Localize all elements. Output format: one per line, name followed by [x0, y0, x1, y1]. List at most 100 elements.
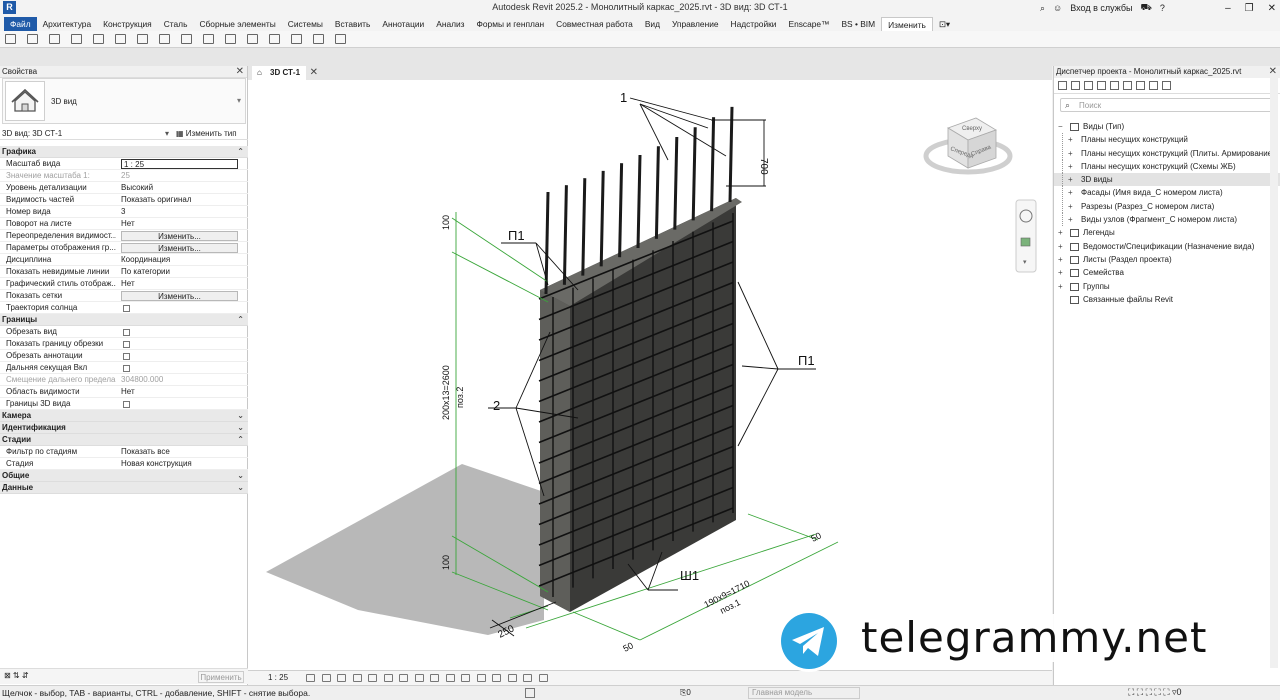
ribbon-tab[interactable]: BS • BIM	[835, 17, 881, 31]
edit-button[interactable]: Изменить...	[121, 291, 238, 301]
print-icon[interactable]	[115, 34, 126, 44]
signin-link[interactable]: Вход в службы	[1070, 3, 1132, 13]
customize-icon[interactable]	[335, 34, 346, 44]
chevron-down-icon[interactable]: ⌄	[237, 410, 244, 422]
link-icon[interactable]	[1136, 81, 1145, 90]
ribbon-tab[interactable]: Сборные элементы	[193, 17, 281, 31]
show-displacement-icon[interactable]	[523, 674, 532, 682]
shadows-icon[interactable]	[352, 674, 362, 682]
apply-button[interactable]: Применить	[198, 671, 244, 683]
open-icon[interactable]	[5, 34, 16, 44]
ribbon-tab[interactable]: Системы	[282, 17, 329, 31]
minimize-icon[interactable]: –	[1225, 3, 1231, 14]
ribbon-tab[interactable]: Изменить	[881, 16, 933, 31]
schedule-icon[interactable]	[1097, 81, 1106, 90]
thin-lines-icon[interactable]	[269, 34, 280, 44]
chevron-down-icon[interactable]: ▾	[165, 127, 169, 140]
binoculars-icon[interactable]: ⌕	[1040, 3, 1045, 14]
3d-model-canvas[interactable]: 1 П1 2 П1 Ш1 700 100 100 200х13=2600 поз…	[248, 80, 1052, 670]
close-icon[interactable]: ✕	[1268, 3, 1276, 14]
property-group[interactable]: Идентификация ⌄	[0, 422, 248, 434]
property-value[interactable]: Показать все	[121, 446, 239, 458]
property-value[interactable]: 25	[121, 170, 239, 182]
family-icon[interactable]	[1110, 81, 1119, 90]
expand-icon[interactable]: +	[1068, 186, 1073, 199]
property-value[interactable]: Новая конструкция	[121, 458, 239, 470]
property-checkbox[interactable]	[123, 329, 130, 336]
ribbon-tab[interactable]: Сталь	[158, 17, 194, 31]
revit-link-icon[interactable]	[1162, 81, 1171, 90]
redo-icon[interactable]	[93, 34, 104, 44]
property-value[interactable]: Нет	[121, 218, 239, 230]
expand-icon[interactable]: +	[1068, 133, 1073, 146]
temporary-hide-icon[interactable]	[430, 674, 439, 682]
browser-node[interactable]: + Фасады (Имя вида_С номером листа)	[1054, 186, 1280, 200]
ribbon-tab[interactable]: Вставить	[329, 17, 377, 31]
selection-filter-icons[interactable]: ⛶ ⛶ ⛶ ⛶ ⛶ ▿0	[1128, 687, 1182, 698]
close-views-icon[interactable]	[291, 34, 302, 44]
browser-node[interactable]: + Разрезы (Разрез_С номером листа)	[1054, 199, 1280, 213]
ribbon-tab[interactable]: Надстройки	[725, 17, 783, 31]
property-value[interactable]: Координация	[121, 254, 239, 266]
select-count-icon[interactable]: ⎘0	[680, 688, 691, 698]
ribbon-tab[interactable]: Вид	[639, 17, 666, 31]
browser-node[interactable]: + Ведомости/Спецификации (Назначение вида…	[1054, 240, 1280, 253]
3d-viewport[interactable]: 1 П1 2 П1 Ш1 700 100 100 200х13=2600 поз…	[248, 80, 1052, 670]
ribbon-tab[interactable]: Совместная работа	[550, 17, 639, 31]
property-group[interactable]: Границы ⌃	[0, 314, 248, 326]
crop-icon[interactable]	[383, 674, 393, 682]
browser-node[interactable]: + Группы	[1054, 280, 1280, 293]
worksharing-display-icon[interactable]	[461, 674, 470, 682]
constraints-icon[interactable]	[507, 674, 517, 682]
measure-icon[interactable]	[137, 34, 148, 44]
ribbon-tab[interactable]: Конструкция	[97, 17, 158, 31]
settings-icon[interactable]	[1149, 81, 1158, 90]
dimension-icon[interactable]	[159, 34, 170, 44]
instance-selector[interactable]: 3D вид: 3D СТ-1	[2, 127, 62, 140]
property-group[interactable]: Камера ⌄	[0, 410, 248, 422]
property-group[interactable]: Графика ⌃	[0, 146, 248, 158]
property-checkbox[interactable]	[123, 365, 130, 372]
viewcube[interactable]: Сверху Спереди Справа	[923, 117, 1013, 175]
browser-node[interactable]: + Планы несущих конструкций (Плиты. Армир…	[1054, 146, 1280, 160]
browser-node[interactable]: − Виды (Тип)	[1054, 120, 1280, 133]
ribbon-tab[interactable]: Формы и генплан	[471, 17, 551, 31]
tag-icon[interactable]	[181, 34, 192, 44]
temporary-properties-icon[interactable]	[538, 674, 548, 682]
3d-view-icon[interactable]	[225, 34, 236, 44]
close-icon[interactable]: ✕	[236, 66, 244, 77]
expand-icon[interactable]: +	[1068, 147, 1073, 160]
property-checkbox[interactable]	[123, 353, 130, 360]
highlight-icon[interactable]	[492, 674, 501, 682]
detail-level-icon[interactable]	[306, 674, 315, 682]
group-icon[interactable]	[1123, 81, 1132, 90]
browser-node[interactable]: +3D виды	[1054, 173, 1280, 187]
ribbon-tab[interactable]: Файл	[4, 16, 37, 31]
show-crop-icon[interactable]	[399, 674, 408, 682]
worksharing-icon[interactable]	[525, 688, 535, 698]
expand-icon[interactable]: +	[1068, 173, 1073, 186]
browser-node[interactable]: + Семейства	[1054, 266, 1280, 279]
expand-icon[interactable]: +	[1058, 280, 1063, 293]
close-icon[interactable]: ✕	[310, 67, 318, 78]
expand-icon[interactable]: +	[1058, 266, 1063, 279]
chevron-down-icon[interactable]: ▾	[237, 96, 241, 105]
property-value[interactable]: Нет	[121, 278, 239, 290]
undo-icon[interactable]	[71, 34, 82, 44]
property-value[interactable]: Высокий	[121, 182, 239, 194]
chevron-up-icon[interactable]: ⌃	[237, 146, 244, 158]
restore-icon[interactable]: ❐	[1245, 3, 1254, 14]
type-selector[interactable]: 3D вид ▾	[2, 78, 246, 124]
text-icon[interactable]	[203, 34, 214, 44]
navigation-bar[interactable]: ▾	[1015, 199, 1037, 273]
browser-node[interactable]: + Планы несущих конструкций (Схемы ЖБ)	[1054, 159, 1280, 173]
save-icon[interactable]	[27, 34, 38, 44]
chevron-down-icon[interactable]: ⌄	[237, 482, 244, 494]
property-checkbox[interactable]	[123, 305, 130, 312]
browser-node[interactable]: + Планы несущих конструкций	[1054, 133, 1280, 147]
view-tab[interactable]: ⌂ 3D СТ-1 ✕	[252, 66, 318, 80]
chevron-up-icon[interactable]: ⌃	[237, 314, 244, 326]
switch-windows-icon[interactable]	[313, 34, 324, 44]
properties-help-icon[interactable]: ⊠ ⇅ ⇵	[4, 671, 29, 680]
property-group[interactable]: Общие ⌄	[0, 470, 248, 482]
